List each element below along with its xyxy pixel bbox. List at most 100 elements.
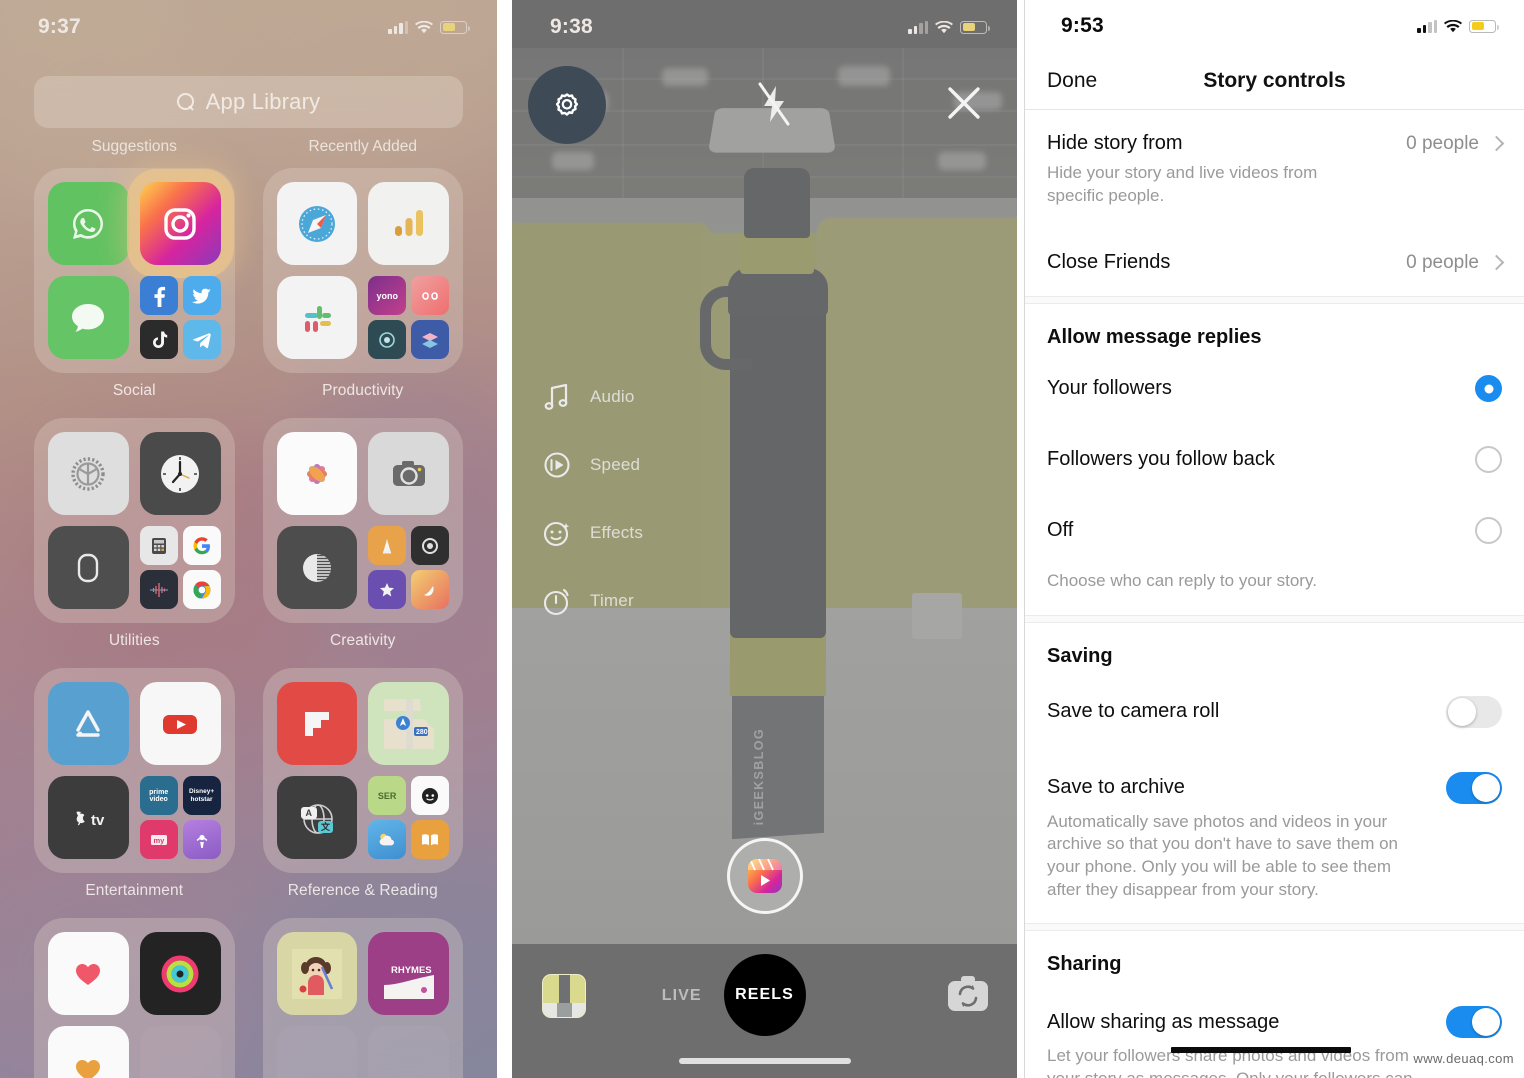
disney-hotstar-icon[interactable]: Disney+ hotstar — [182, 776, 221, 815]
tool-speed[interactable]: Speed — [540, 448, 643, 482]
translate-icon[interactable]: A文 — [276, 776, 358, 859]
safari-icon[interactable] — [276, 182, 358, 265]
toggle-switch[interactable] — [1446, 1006, 1502, 1039]
row-description: Automatically save photos and videos in … — [1047, 811, 1399, 899]
row-label: Save to archive — [1047, 776, 1185, 799]
status-indicators — [908, 20, 990, 34]
google-icon[interactable] — [182, 526, 221, 565]
option-your-followers[interactable]: Your followers — [1025, 349, 1524, 403]
toggle-switch[interactable] — [1446, 695, 1502, 728]
apple-tv-icon[interactable]: tv — [48, 776, 129, 859]
telegram-icon[interactable] — [182, 320, 221, 359]
folder-utilities[interactable]: Utilities — [34, 418, 235, 650]
camera-flip-icon[interactable] — [945, 972, 991, 1018]
settings-button[interactable] — [528, 66, 606, 144]
vlc-icon[interactable] — [368, 526, 407, 565]
option-followers-you-follow-back[interactable]: Followers you follow back — [1025, 402, 1524, 474]
radio-button[interactable] — [1475, 446, 1502, 474]
weather-icon[interactable] — [368, 820, 407, 859]
photos-icon[interactable] — [276, 432, 358, 515]
search-placeholder: App Library — [205, 89, 321, 114]
folder-reference-reading[interactable]: 280 A文 SER Reference & Reading — [262, 668, 463, 900]
app-store-icon[interactable] — [48, 682, 129, 765]
tool-audio[interactable]: Audio — [540, 380, 643, 414]
audio-editor-icon[interactable] — [139, 570, 178, 609]
folder-social[interactable]: Social — [34, 168, 235, 400]
procreate-icon[interactable] — [411, 570, 449, 609]
chrome-icon[interactable] — [182, 570, 221, 609]
camera-icon[interactable] — [368, 432, 449, 515]
section-header-saving: Saving — [1047, 644, 1113, 667]
gallery-thumbnail[interactable] — [542, 974, 586, 1018]
folder-kids-partial[interactable]: RHYMES — [262, 918, 463, 1078]
halide-icon[interactable] — [276, 526, 358, 609]
tiktok-icon[interactable] — [139, 320, 178, 359]
flipboard-icon[interactable] — [276, 682, 358, 765]
folder-entertainment[interactable]: tv prime video Disney+ hotstar my Entertai… — [34, 668, 235, 900]
row-hide-story-from[interactable]: Hide story from 0 people Hide your story… — [1025, 110, 1524, 207]
radio-button[interactable] — [1475, 517, 1502, 545]
mode-live[interactable]: LIVE — [662, 987, 702, 1005]
imovie-icon[interactable] — [368, 570, 407, 609]
twitter-icon[interactable] — [182, 276, 221, 315]
whatsapp-icon[interactable] — [48, 182, 129, 265]
flash-off-icon[interactable] — [754, 82, 794, 126]
activity-icon[interactable] — [139, 932, 221, 1015]
ser-icon[interactable]: SER — [368, 776, 407, 815]
timer-icon — [543, 588, 569, 616]
tool-effects[interactable]: Effects — [540, 516, 643, 550]
tool-label: Speed — [590, 455, 641, 474]
podcasts-icon[interactable] — [182, 820, 221, 859]
row-close-friends[interactable]: Close Friends 0 people — [1025, 207, 1524, 274]
my-icon[interactable]: my — [139, 820, 178, 859]
kids-drawing-icon[interactable] — [276, 932, 358, 1015]
row-save-to-camera-roll[interactable]: Save to camera roll — [1025, 668, 1524, 728]
facebook-icon[interactable] — [139, 276, 178, 315]
status-bar: 9:53 — [1025, 0, 1524, 52]
row-label: Allow sharing as message — [1047, 1010, 1280, 1033]
reddit-icon[interactable] — [411, 776, 449, 815]
app-library-search-bar[interactable]: App Library — [34, 76, 463, 128]
books-icon[interactable] — [411, 820, 449, 859]
sound-icon[interactable] — [368, 320, 407, 359]
status-indicators — [388, 20, 470, 34]
row-value: 0 people — [1406, 251, 1479, 273]
option-label: Off — [1047, 519, 1074, 542]
cc-icon[interactable] — [411, 276, 449, 315]
youtube-icon[interactable] — [139, 682, 221, 765]
camera-app-icon[interactable] — [411, 526, 449, 565]
folder-health-partial[interactable] — [34, 918, 235, 1078]
placeholder-icon — [276, 1026, 358, 1078]
rhymes-icon[interactable]: RHYMES — [368, 932, 449, 1015]
reels-capture-button[interactable] — [726, 838, 803, 914]
clock-icon[interactable] — [139, 432, 221, 515]
radio-button[interactable] — [1475, 375, 1502, 403]
folder-name: Social — [112, 382, 156, 399]
battery-icon — [960, 20, 990, 34]
instagram-icon[interactable] — [139, 182, 221, 265]
watch-icon[interactable] — [48, 526, 129, 609]
folder-creativity[interactable]: Creativity — [262, 418, 463, 650]
health-extra-icon[interactable] — [48, 1026, 129, 1078]
tool-timer[interactable]: Timer — [540, 584, 643, 618]
row-save-to-archive[interactable]: Save to archive Automatically save photo… — [1025, 728, 1524, 901]
mode-reels: REELS — [735, 986, 794, 1003]
slack-icon[interactable] — [276, 276, 358, 359]
close-icon[interactable] — [943, 82, 985, 124]
folder-productivity[interactable]: yono Productivity — [262, 168, 463, 400]
numbers-icon[interactable] — [368, 182, 449, 265]
yono-sbi-icon[interactable]: yono — [368, 276, 407, 315]
app-library-row: Social yono Productivity — [0, 168, 497, 400]
status-bar: 9:37 — [0, 0, 497, 54]
toggle-switch[interactable] — [1446, 771, 1502, 804]
messages-icon[interactable] — [48, 276, 129, 359]
health-icon[interactable] — [48, 932, 129, 1015]
mode-reels-selected-pill[interactable]: REELS — [723, 954, 806, 1036]
option-off[interactable]: Off Choose who can reply to your story. — [1025, 473, 1524, 593]
maps-icon[interactable]: 280 — [368, 682, 449, 765]
layers-icon[interactable] — [411, 320, 449, 359]
done-button[interactable]: Done — [1047, 69, 1097, 93]
calculator-icon[interactable] — [139, 526, 178, 565]
settings-icon[interactable] — [48, 432, 129, 515]
prime-video-icon[interactable]: prime video — [139, 776, 178, 815]
